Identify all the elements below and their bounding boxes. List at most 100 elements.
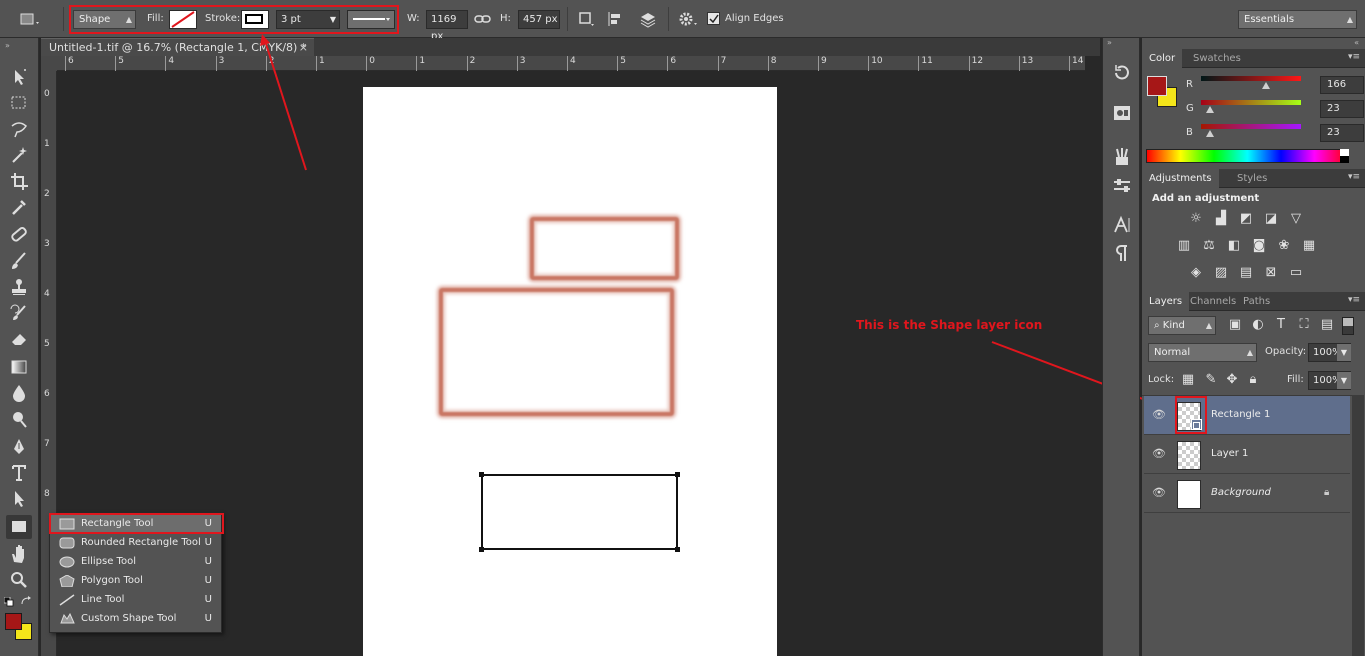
transform-handle[interactable] [479,472,484,477]
brush-panel-icon[interactable] [1111,175,1133,197]
align-edges-checkbox[interactable] [707,12,720,25]
black-white-icon[interactable]: ◧ [1225,238,1243,254]
tab-paths[interactable]: Paths [1236,292,1277,311]
visibility-eye-icon[interactable]: 👁︎ [1152,447,1166,460]
channel-r-input[interactable]: 166 [1320,76,1364,94]
clone-stamp-tool[interactable] [6,275,32,299]
layer-filter-kind-select[interactable]: ⌕ Kind ▲ [1148,316,1216,335]
channel-g-slider[interactable] [1201,100,1301,113]
gradient-map-icon[interactable]: ▭ [1287,265,1305,281]
foreground-color-swatch[interactable] [5,613,22,630]
transform-handle[interactable] [675,472,680,477]
brightness-contrast-icon[interactable]: ☼ [1187,211,1205,227]
layer-thumbnail[interactable] [1177,480,1201,509]
layer-thumbnail[interactable] [1177,441,1201,470]
panel-foreground-color[interactable] [1147,76,1167,96]
gradient-tool[interactable] [6,355,32,379]
chevron-down-icon[interactable]: ▼ [1337,372,1351,389]
hue-saturation-icon[interactable]: ▥ [1175,238,1193,254]
curves-icon[interactable]: ◩ [1237,211,1255,227]
posterize-icon[interactable]: ▨ [1212,265,1230,281]
brush-presets-icon[interactable] [1111,146,1133,168]
invert-icon[interactable]: ◈ [1187,265,1205,281]
magic-wand-tool[interactable] [6,143,32,167]
filter-smart-object-icon[interactable]: ▤ [1318,317,1336,333]
tab-swatches[interactable]: Swatches [1186,49,1248,68]
history-brush-tool[interactable] [6,301,32,325]
document-tab[interactable]: Untitled-1.tif @ 16.7% (Rectangle 1, CMY… [41,38,314,56]
channel-r-slider[interactable] [1201,76,1301,89]
history-panel-icon[interactable] [1111,62,1133,84]
filter-toggle-switch[interactable] [1342,317,1354,335]
fill-opacity-input[interactable]: 100% ▼ [1308,371,1351,390]
flyout-item-rounded-rectangle-tool[interactable]: Rounded Rectangle Tool U [50,533,221,552]
eyedropper-tool[interactable] [6,195,32,219]
rectangle-tool[interactable] [6,515,32,539]
brush-tool[interactable] [6,249,32,273]
filter-adjustment-icon[interactable]: ◐ [1249,317,1267,333]
horizontal-ruler[interactable]: 6 5 4 3 2 1 0 1 2 3 4 5 6 7 8 9 10 11 12 13 14 [57,56,1085,71]
shape-tool-preset-icon[interactable] [17,11,41,28]
levels-icon[interactable]: ▟ [1212,211,1230,227]
tab-styles[interactable]: Styles [1230,169,1274,188]
path-selection-tool[interactable] [6,487,32,511]
path-operations-icon[interactable] [578,11,596,28]
channel-g-knob[interactable] [1206,106,1214,113]
default-colors-icon[interactable] [3,596,14,607]
panel-menu-icon[interactable]: ▾≡ [1348,295,1360,305]
gear-icon[interactable] [678,11,700,28]
blend-mode-select[interactable]: Normal ▲ [1148,343,1257,362]
filter-type-icon[interactable]: T [1272,317,1290,333]
channel-b-input[interactable]: 23 [1320,124,1364,142]
lock-position-icon[interactable]: ✥ [1223,372,1241,388]
character-panel-icon[interactable] [1111,214,1133,236]
width-input[interactable]: 1169 px [426,10,468,42]
panel-menu-icon[interactable]: ▾≡ [1348,52,1360,62]
exposure-icon[interactable]: ◪ [1262,211,1280,227]
healing-brush-tool[interactable] [6,223,32,247]
ruler-origin[interactable] [41,56,57,71]
flyout-item-ellipse-tool[interactable]: Ellipse Tool U [50,552,221,571]
transform-handle[interactable] [675,547,680,552]
move-tool[interactable] [6,65,32,89]
link-icon[interactable] [474,12,492,26]
blur-tool[interactable] [6,381,32,405]
hand-tool[interactable] [6,542,32,566]
panel-menu-icon[interactable]: ▾≡ [1348,172,1360,182]
color-lookup-icon[interactable]: ▦ [1300,238,1318,254]
lock-image-pixels-icon[interactable]: ✎ [1202,372,1220,388]
zoom-tool[interactable] [6,568,32,592]
swap-colors-icon[interactable] [20,596,32,606]
properties-panel-icon[interactable] [1111,102,1133,124]
transform-handle[interactable] [479,547,484,552]
layer-row-background[interactable]: 👁︎ Background 🔒︎ [1144,474,1350,513]
type-tool[interactable] [6,461,32,485]
marquee-tool[interactable] [6,91,32,115]
spectrum-white-black[interactable] [1340,149,1349,163]
crop-tool[interactable] [6,169,32,193]
flyout-item-custom-shape-tool[interactable]: Custom Shape Tool U [50,609,221,628]
layer-row-layer-1[interactable]: 👁︎ Layer 1 [1144,435,1350,474]
visibility-eye-icon[interactable]: 👁︎ [1152,486,1166,499]
channel-b-slider[interactable] [1201,124,1301,137]
visibility-eye-icon[interactable]: 👁︎ [1152,408,1166,421]
vibrance-icon[interactable]: ▽ [1287,211,1305,227]
tab-adjustments[interactable]: Adjustments [1142,169,1219,188]
path-arrangement-icon[interactable] [637,10,659,29]
flyout-item-polygon-tool[interactable]: Polygon Tool U [50,571,221,590]
chevron-down-icon[interactable]: ▼ [1337,344,1351,361]
channel-b-knob[interactable] [1206,130,1214,137]
photo-filter-icon[interactable]: ◙ [1250,238,1268,254]
tab-channels[interactable]: Channels [1183,292,1243,311]
filter-shape-icon[interactable]: ⛶ [1295,317,1313,333]
opacity-input[interactable]: 100% ▼ [1308,343,1351,362]
dodge-tool[interactable] [6,407,32,431]
threshold-icon[interactable]: ▤ [1237,265,1255,281]
height-input[interactable]: 457 px [518,10,560,29]
tab-color[interactable]: Color [1142,49,1183,68]
paragraph-panel-icon[interactable] [1111,242,1133,264]
close-icon[interactable]: × [299,39,308,56]
channel-r-knob[interactable] [1262,82,1271,89]
rectangle-shape-being-drawn[interactable] [481,474,678,550]
selective-color-icon[interactable]: ⊠ [1262,265,1280,281]
